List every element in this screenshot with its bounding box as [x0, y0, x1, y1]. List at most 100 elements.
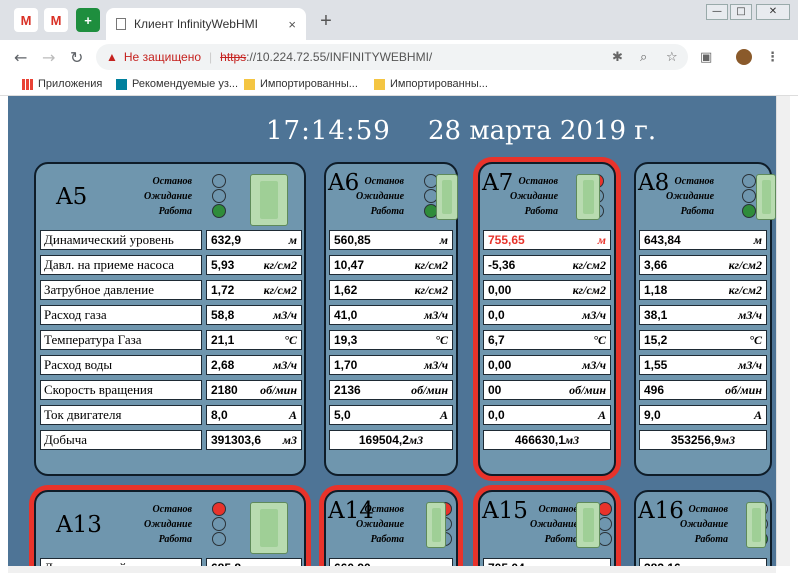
state-label: Останов: [538, 504, 579, 515]
value-unit: кг/см2: [263, 282, 297, 297]
bookmark-imported-2[interactable]: Импортированны...: [374, 78, 488, 90]
value-number: 10,47: [334, 258, 365, 272]
value-unit: м3: [720, 432, 736, 447]
value-unit: об/мин: [411, 382, 448, 397]
value-unit: м3/ч: [582, 307, 606, 322]
status-lamp-running: [212, 204, 226, 218]
value-number: 5,0: [334, 408, 351, 422]
forward-arrow-icon[interactable]: →: [42, 48, 55, 67]
well-card[interactable]: A6 Останов Ожидание Работа 560,85 м 10,47 кг/см…: [324, 162, 458, 476]
value-unit: м3/ч: [424, 307, 448, 322]
avatar[interactable]: [736, 49, 752, 65]
well-card[interactable]: A16 Останов Ожидание Работа 383,16м: [634, 490, 772, 566]
bookmark-imported-1[interactable]: Импортированны...: [244, 78, 358, 90]
bookmark-recommended[interactable]: Рекомендуемые уз...: [116, 78, 238, 90]
value-number: 466630,1: [514, 433, 565, 447]
address-bar[interactable]: ▲ Не защищено | https ://10.224.72.55/IN…: [96, 44, 688, 70]
parameter-label: Расход воды: [40, 355, 202, 375]
state-label: Останов: [152, 176, 193, 187]
well-name: A16: [638, 498, 684, 524]
star-icon[interactable]: ☆: [666, 50, 678, 65]
parameter-value: 391303,6 м3: [206, 430, 302, 450]
warning-icon: ▲: [106, 50, 118, 64]
extension-icon[interactable]: ✱: [612, 50, 623, 65]
value-number: 560,85: [334, 233, 371, 247]
parameter-label: Динамический уровень: [40, 230, 202, 250]
value-number: 2136: [334, 383, 361, 397]
well-card[interactable]: A14ОстановОжиданиеРабота660,90м: [324, 490, 458, 566]
parameter-value: 0,00 м3/ч: [483, 355, 611, 375]
state-label: Работа: [158, 206, 193, 217]
value-unit: кг/см2: [572, 257, 606, 272]
value-unit: °С: [749, 332, 762, 347]
state-labels: Останов Ожидание Работа: [666, 174, 714, 219]
pump-icon: [746, 502, 766, 548]
state-label: Работа: [524, 206, 559, 217]
well-card[interactable]: A5 Останов Ожидание Работа Динамический уров…: [34, 162, 306, 476]
value-number: 632,9: [211, 233, 242, 247]
vertical-scrollbar[interactable]: [776, 96, 790, 566]
well-card[interactable]: A13 Останов Ожидание Работа Динамический уро…: [34, 490, 306, 566]
value-number: 38,1: [644, 308, 668, 322]
pump-icon: [756, 174, 776, 220]
pump-icon: [576, 502, 600, 548]
parameter-value: 0,0 м3/ч: [483, 305, 611, 325]
parameter-value: 19,3 °С: [329, 330, 453, 350]
value-unit: м3/ч: [738, 307, 762, 322]
back-arrow-icon[interactable]: ←: [14, 48, 27, 67]
status-lamp-stopped: [212, 174, 226, 188]
menu-icon[interactable]: ⋮: [766, 50, 779, 65]
horizontal-scrollbar[interactable]: [8, 566, 776, 573]
parameter-value: 0,0 А: [483, 405, 611, 425]
well-card[interactable]: A8 Останов Ожидание Работа 643,84 м 3,66 кг/см2…: [634, 162, 776, 476]
tab-close-icon[interactable]: ×: [288, 17, 296, 32]
value-unit: м3: [564, 432, 580, 447]
bookmark-apps[interactable]: Приложения: [22, 78, 102, 90]
parameter-label: Скорость вращения: [40, 380, 202, 400]
close-window-button[interactable]: ✕: [756, 4, 790, 20]
reload-icon[interactable]: ↻: [70, 48, 83, 67]
minimize-button[interactable]: —: [706, 4, 728, 20]
value-unit: А: [597, 407, 606, 422]
value-unit: м: [439, 232, 448, 247]
parameter-value: 466630,1 м3: [483, 430, 611, 450]
state-label: Ожидание: [356, 191, 405, 202]
parameter-value: 38,1 м3/ч: [639, 305, 767, 325]
parameter-label: Затрубное давление: [40, 280, 202, 300]
new-tab-button[interactable]: +: [316, 11, 336, 32]
value-unit: кг/см2: [414, 257, 448, 272]
value-unit: °С: [435, 332, 448, 347]
value-unit: об/мин: [260, 382, 297, 397]
parameter-value: 9,0 А: [639, 405, 767, 425]
state-label: Останов: [518, 176, 559, 187]
value-number: 1,55: [644, 358, 668, 372]
parameter-label: Давл. на приеме насоса: [40, 255, 202, 275]
state-label: Останов: [674, 176, 715, 187]
parameter-value: 2,68 м3/ч: [206, 355, 302, 375]
not-secure-label: Не защищено: [123, 50, 202, 64]
value-unit: кг/см2: [728, 257, 762, 272]
well-name: A5: [56, 184, 88, 210]
active-tab[interactable]: Клиент InfinityWebHMI ×: [106, 8, 306, 40]
gmail-pinned-tab-icon[interactable]: M: [44, 8, 68, 32]
value-unit: м: [753, 232, 762, 247]
well-card[interactable]: A7 Останов Ожидание Работа 755,65 м -5,36 кг/см…: [478, 162, 616, 476]
value-number: 0,0: [488, 308, 505, 322]
sheets-pinned-tab-icon[interactable]: +: [76, 8, 100, 32]
status-lamp-waiting: [742, 189, 756, 203]
value-number: 8,0: [211, 408, 228, 422]
extension-badge-icon[interactable]: ▣: [700, 50, 712, 65]
well-card[interactable]: A15 Останов Ожидание Работа 705,04м: [478, 490, 616, 566]
value-unit: об/мин: [569, 382, 606, 397]
value-number: 2180: [211, 383, 238, 397]
status-lamp-waiting: [212, 189, 226, 203]
pump-icon: [426, 502, 446, 548]
status-lamp-running: [212, 532, 226, 546]
parameter-value: 496 об/мин: [639, 380, 767, 400]
zoom-icon[interactable]: ⌕: [640, 50, 647, 65]
url-text: ://10.224.72.55/INFINITYWEBHMI/: [246, 50, 433, 64]
maximize-button[interactable]: □: [730, 4, 752, 20]
parameter-value: 5,93 кг/см2: [206, 255, 302, 275]
gmail-pinned-tab-icon[interactable]: M: [14, 8, 38, 32]
value-number: 15,2: [644, 333, 668, 347]
